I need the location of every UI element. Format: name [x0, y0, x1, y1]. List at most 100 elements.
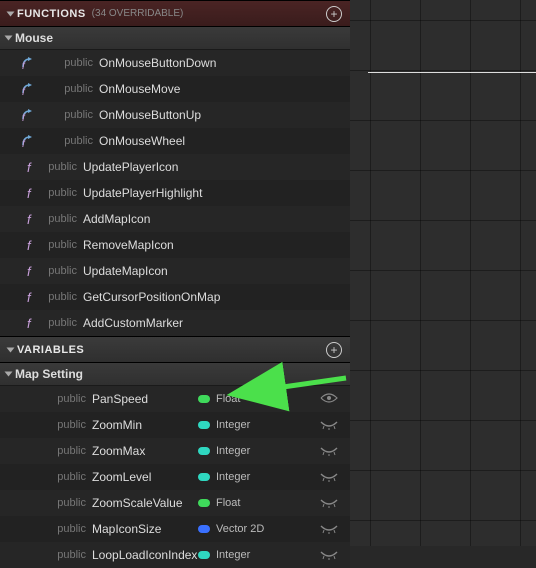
functions-section-header[interactable]: FUNCTIONS (34 OVERRIDABLE) + [0, 0, 350, 27]
access-modifier: public [4, 393, 92, 405]
svg-text:f: f [27, 238, 32, 252]
function-name: OnMouseMove [99, 82, 180, 96]
access-modifier: public [54, 57, 99, 69]
variable-name: ZoomLevel [92, 470, 151, 484]
type-label: Float [216, 393, 240, 405]
function-icon: f [4, 290, 38, 304]
function-name: OnMouseButtonDown [99, 56, 216, 70]
visibility-toggle[interactable] [320, 470, 338, 485]
variable-type[interactable]: Float [198, 497, 240, 509]
variable-name: ZoomMin [92, 418, 142, 432]
function-name: OnMouseWheel [99, 134, 185, 148]
type-swatch [198, 551, 210, 559]
function-row[interactable]: f publicOnMouseMove [0, 76, 350, 102]
graph-grid [350, 0, 536, 546]
function-row[interactable]: fpublicUpdateMapIcon [0, 258, 350, 284]
function-row[interactable]: fpublicRemoveMapIcon [0, 232, 350, 258]
function-row[interactable]: fpublicUpdatePlayerIcon [0, 154, 350, 180]
type-label: Vector 2D [216, 523, 264, 535]
function-row[interactable]: fpublicOnMouseButtonUp [0, 102, 350, 128]
access-modifier: public [4, 497, 92, 509]
type-swatch [198, 421, 210, 429]
access-modifier: public [4, 419, 92, 431]
access-modifier: public [4, 523, 92, 535]
plus-icon: + [326, 342, 342, 358]
access-modifier: public [38, 187, 83, 199]
function-name: AddMapIcon [83, 212, 150, 226]
access-modifier: public [38, 213, 83, 225]
function-icon: f [4, 238, 38, 252]
add-variable-button[interactable]: + [326, 342, 342, 358]
override-function-icon: f [4, 134, 54, 148]
visibility-toggle[interactable] [320, 418, 338, 433]
variable-row[interactable]: publicZoomScaleValue Float [0, 490, 350, 516]
type-label: Float [216, 497, 240, 509]
variable-type[interactable]: Vector 2D [198, 523, 264, 535]
access-modifier: public [4, 549, 92, 561]
svg-text:f: f [27, 316, 32, 330]
override-function-icon: f [4, 56, 54, 70]
variable-row[interactable]: publicZoomMaxInteger [0, 438, 350, 464]
access-modifier: public [38, 291, 83, 303]
collapse-icon [7, 11, 15, 16]
type-swatch [198, 499, 210, 507]
svg-text:f: f [22, 87, 26, 96]
function-row[interactable]: fpublicOnMouseButtonDown [0, 50, 350, 76]
variable-name: PanSpeed [92, 392, 148, 406]
function-name: UpdatePlayerHighlight [83, 186, 202, 200]
visibility-toggle[interactable] [320, 392, 338, 407]
variable-type[interactable]: Float [198, 393, 240, 405]
category-map-setting[interactable]: Map Setting [0, 363, 350, 386]
category-label: Map Setting [15, 367, 83, 381]
variable-row[interactable]: publicPanSpeed Float [0, 386, 350, 412]
collapse-icon [5, 36, 13, 41]
type-label: Integer [216, 549, 250, 561]
plus-icon: + [326, 6, 342, 22]
function-name: RemoveMapIcon [83, 238, 174, 252]
functions-title: FUNCTIONS [17, 8, 86, 20]
svg-text:f: f [27, 212, 32, 226]
graph-axis-line [368, 72, 536, 73]
function-name: OnMouseButtonUp [99, 108, 201, 122]
function-name: UpdateMapIcon [83, 264, 168, 278]
variable-name: MapIconSize [92, 522, 161, 536]
access-modifier: public [54, 109, 99, 121]
access-modifier: public [38, 161, 83, 173]
function-icon: f [4, 264, 38, 278]
visibility-toggle[interactable] [320, 496, 338, 511]
variables-section-header[interactable]: VARIABLES + [0, 336, 350, 363]
category-mouse[interactable]: Mouse [0, 27, 350, 50]
function-row[interactable]: fpublicAddMapIcon [0, 206, 350, 232]
variable-name: ZoomMax [92, 444, 145, 458]
add-function-button[interactable]: + [326, 6, 342, 22]
visibility-toggle[interactable] [320, 444, 338, 459]
variable-row[interactable]: publicMapIconSize Vector 2D [0, 516, 350, 542]
override-function-icon: f [4, 82, 54, 96]
variable-row[interactable]: publicZoomMin Integer [0, 412, 350, 438]
function-row[interactable]: fpublicAddCustomMarker [0, 310, 350, 336]
function-name: AddCustomMarker [83, 316, 183, 330]
override-function-icon: f [4, 108, 54, 122]
access-modifier: public [54, 83, 99, 95]
type-swatch [198, 447, 210, 455]
access-modifier: public [38, 317, 83, 329]
variable-type[interactable]: Integer [198, 471, 250, 483]
category-label: Mouse [15, 31, 53, 45]
function-row[interactable]: fpublicUpdatePlayerHighlight [0, 180, 350, 206]
details-panel: FUNCTIONS (34 OVERRIDABLE) + Mouse fpubl… [0, 0, 350, 546]
function-name: GetCursorPositionOnMap [83, 290, 220, 304]
graph-area[interactable] [350, 0, 536, 546]
visibility-toggle[interactable] [320, 522, 338, 537]
function-row[interactable]: fpublicOnMouseWheel [0, 128, 350, 154]
collapse-icon [7, 347, 15, 352]
variable-type[interactable]: Integer [198, 445, 250, 457]
type-label: Integer [216, 471, 250, 483]
variable-row[interactable]: publicZoomLevelInteger [0, 464, 350, 490]
visibility-toggle[interactable] [320, 548, 338, 563]
variable-name: ZoomScaleValue [92, 496, 183, 510]
function-row[interactable]: fpublicGetCursorPositionOnMap [0, 284, 350, 310]
function-name: UpdatePlayerIcon [83, 160, 178, 174]
variable-type[interactable]: Integer [198, 419, 250, 431]
access-modifier: public [38, 239, 83, 251]
variable-type[interactable]: Integer [198, 549, 250, 561]
